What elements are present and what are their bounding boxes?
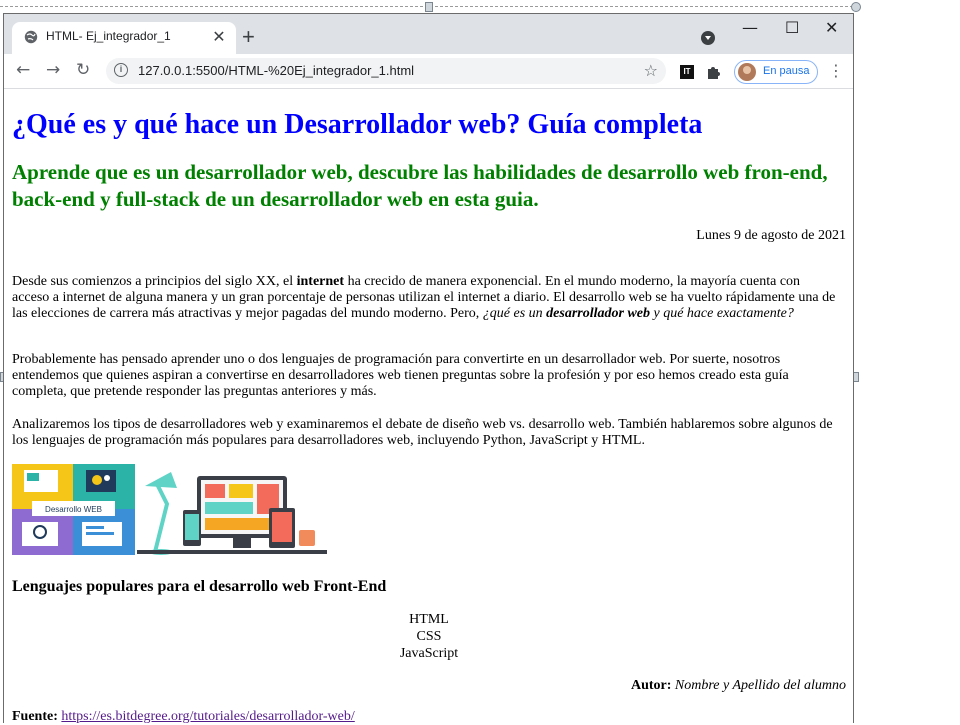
profile-status-label: En pausa (763, 65, 810, 77)
page-title: ¿Qué es y qué hace un Desarrollador web?… (12, 109, 703, 140)
source-label: Fuente: (12, 709, 58, 724)
profile-button[interactable]: En pausa (734, 60, 818, 84)
language-css: CSS (416, 629, 442, 644)
site-info-icon[interactable]: i (114, 63, 128, 77)
browser-window: HTML- Ej_integrador_1 ✕ + — ☐ ✕ ← → ↻ i … (3, 13, 854, 724)
publish-date: Lunes 9 de agosto de 2021 (696, 228, 846, 243)
section-heading: Lenguajes populares para el desarrollo w… (12, 578, 387, 595)
language-javascript: JavaScript (399, 646, 459, 661)
paragraph-2: Probablemente has pensado aprender uno o… (12, 352, 789, 399)
author-label: Autor: (630, 678, 672, 693)
p1-italic-bold: desarrollador web (546, 306, 650, 321)
extensions-puzzle-icon[interactable] (706, 65, 720, 79)
paragraph-3: Analizaremos los tipos de desarrolladore… (12, 417, 833, 448)
tab-search-icon[interactable] (701, 31, 715, 45)
web-development-grid-image: Desarrollo WEB (12, 464, 135, 555)
browser-tab[interactable]: HTML- Ej_integrador_1 ✕ (12, 22, 236, 54)
image-caption: Desarrollo WEB (45, 505, 102, 514)
p1-italic-2: y qué hace exactamente? (650, 306, 794, 321)
address-bar[interactable]: i 127.0.0.1:5500/HTML-%20Ej_integrador_1… (106, 58, 666, 84)
author-name: Nombre y Apellido del alumno (674, 678, 846, 693)
source-link[interactable]: https://es.bitdegree.org/tutoriales/desa… (61, 709, 354, 724)
close-window-icon[interactable]: ✕ (825, 18, 838, 37)
p1-bold-internet: internet (296, 274, 345, 289)
author-line: Autor: Nombre y Apellido del alumno (631, 678, 846, 694)
new-tab-button[interactable]: + (242, 24, 255, 50)
globe-icon (24, 30, 38, 44)
browser-toolbar: ← → ↻ i 127.0.0.1:5500/HTML-%20Ej_integr… (4, 54, 853, 89)
forward-icon[interactable]: → (46, 60, 60, 80)
resize-handle-corner[interactable] (851, 2, 861, 12)
browser-menu-icon[interactable]: ⋮ (828, 61, 844, 80)
page-subtitle: Aprende que es un desarrollador web, des… (12, 160, 828, 211)
web-design-illustration-image (137, 472, 327, 555)
tab-title: HTML- Ej_integrador_1 (46, 29, 171, 43)
paragraph-intro: Desde sus comienzos a principios del sig… (12, 274, 838, 322)
bookmark-star-icon[interactable]: ☆ (644, 61, 658, 80)
p1-italic-1: ¿qué es un (482, 306, 547, 321)
language-html: HTML (409, 612, 449, 627)
resize-handle-top[interactable] (425, 2, 433, 12)
minimize-icon[interactable]: — (742, 18, 758, 37)
url-text[interactable]: 127.0.0.1:5500/HTML-%20Ej_integrador_1.h… (138, 63, 414, 78)
tab-strip: HTML- Ej_integrador_1 ✕ + — ☐ ✕ (4, 14, 853, 54)
p1-text-1: Desde sus comienzos a principios del sig… (12, 274, 297, 289)
tab-close-icon[interactable]: ✕ (210, 27, 228, 47)
avatar (738, 63, 756, 81)
extension-it-icon[interactable]: IT (680, 65, 694, 79)
maximize-icon[interactable]: ☐ (785, 18, 799, 37)
back-icon[interactable]: ← (16, 60, 30, 80)
reload-icon[interactable]: ↻ (76, 60, 90, 80)
